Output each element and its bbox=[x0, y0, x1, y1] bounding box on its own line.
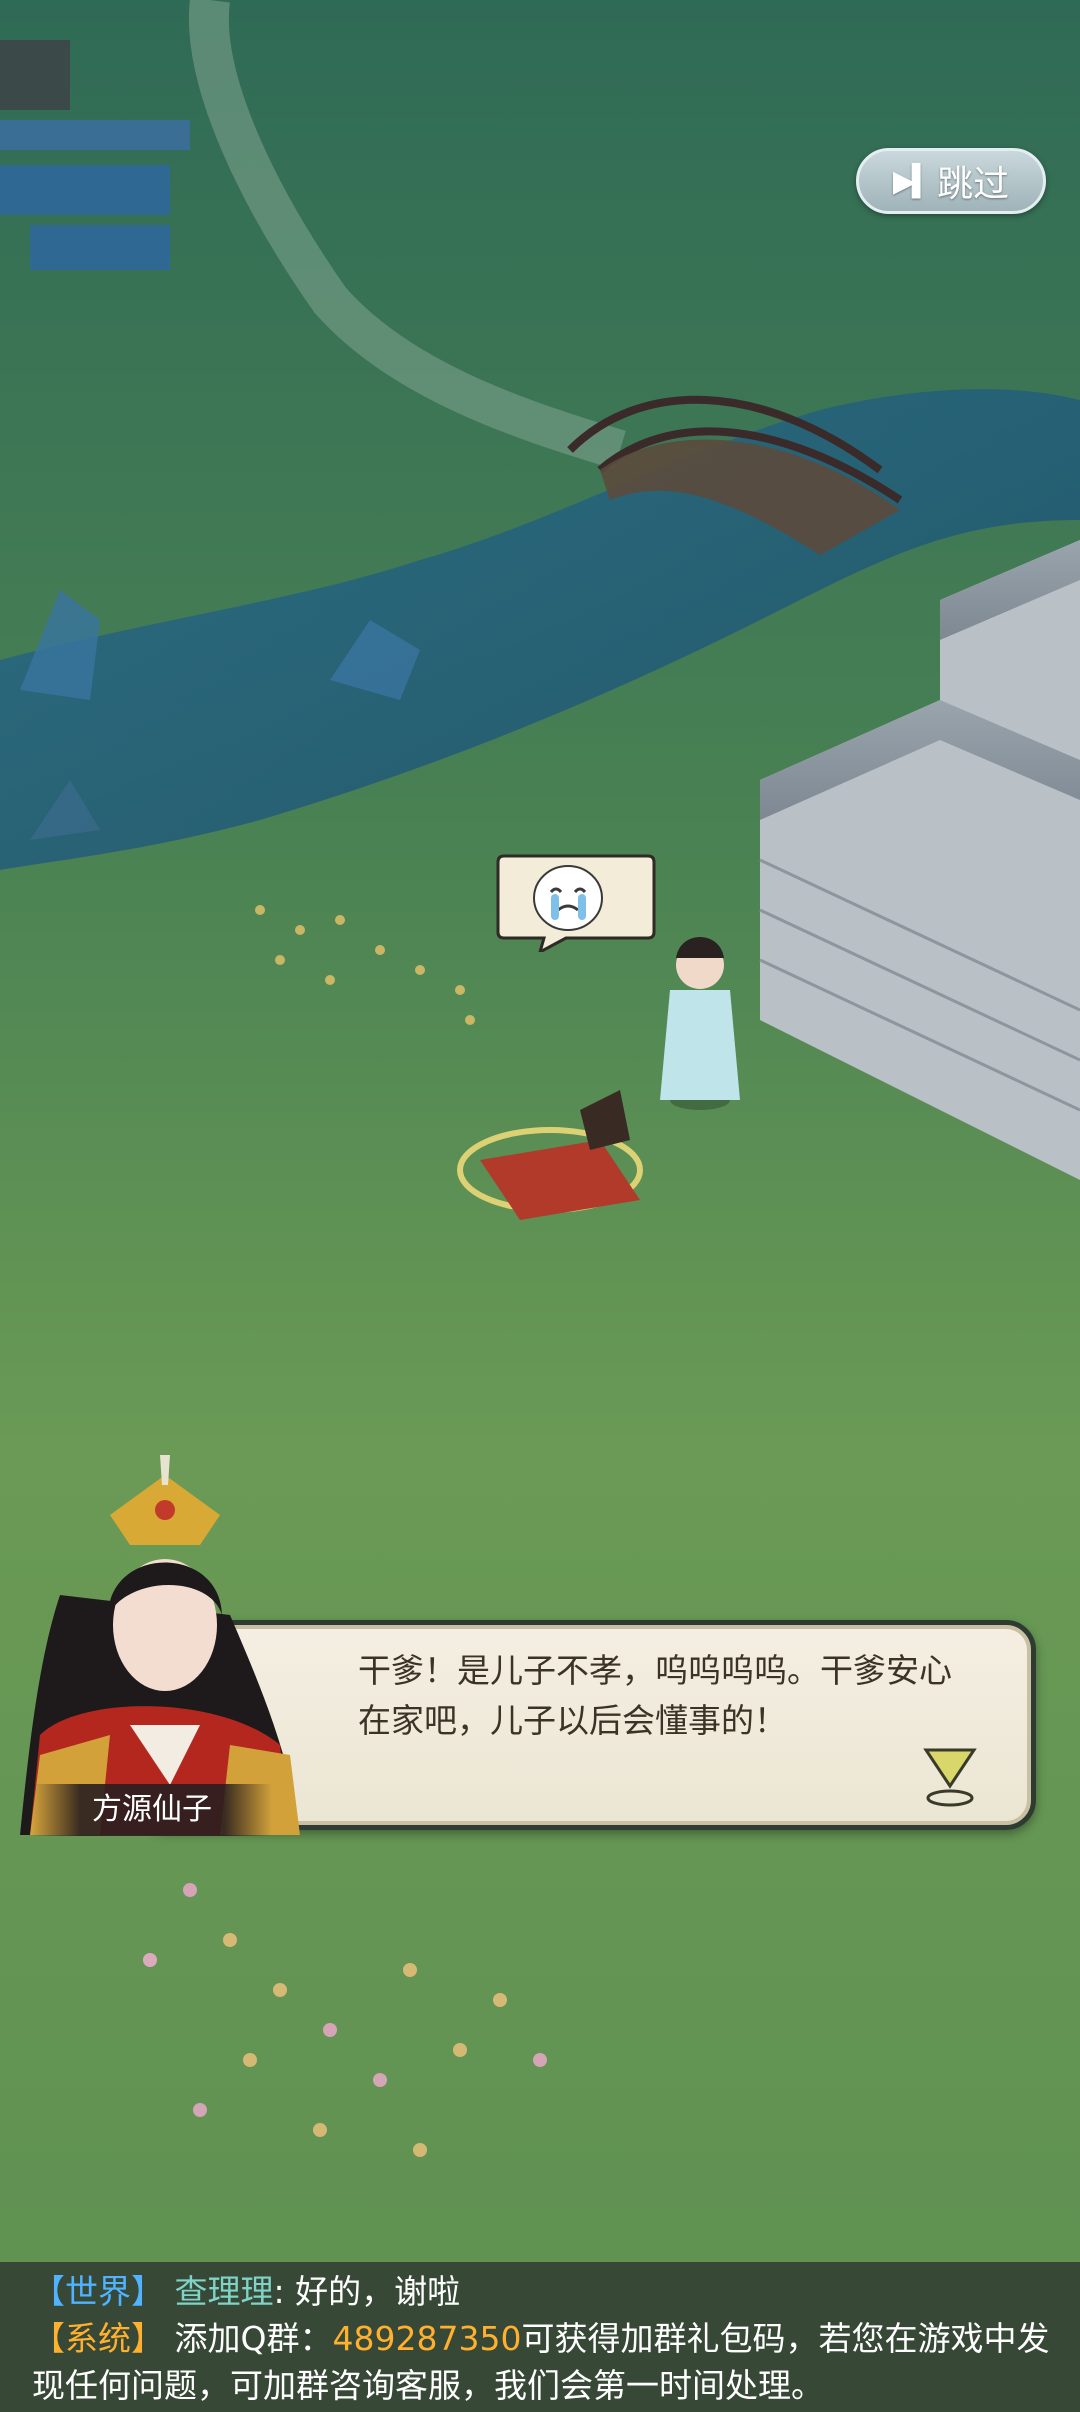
crying-face-icon bbox=[496, 854, 656, 952]
next-arrow-icon[interactable] bbox=[920, 1742, 980, 1810]
qq-group-number[interactable]: 489287350 bbox=[332, 2319, 521, 2358]
chat-message: : 好的，谢啦 bbox=[273, 2272, 461, 2311]
skip-button[interactable]: ▶▍ 跳过 bbox=[856, 148, 1046, 214]
system-message-part1: 可获得加群礼包码，若您在游戏中发 bbox=[521, 2319, 1050, 2358]
channel-tag-system: 【系统】 bbox=[32, 2319, 164, 2358]
chat-sender-name[interactable]: 查理理 bbox=[175, 2272, 274, 2311]
chat-line-world: 【世界】 查理理: 好的，谢啦 bbox=[32, 2268, 1062, 2315]
channel-tag-world: 【世界】 bbox=[32, 2272, 164, 2311]
speaker-name-tag: 方源仙子 bbox=[32, 1784, 272, 1836]
chat-line-system: 【系统】 添加Q群：489287350可获得加群礼包码，若您在游戏中发 bbox=[32, 2315, 1062, 2362]
crying-emote-bubble bbox=[496, 854, 656, 952]
dialog-text: 干爹！是儿子不孝，呜呜呜呜。干爹安心在家吧，儿子以后会懂事的！ bbox=[358, 1651, 952, 1740]
game-scene-background bbox=[0, 0, 1080, 2412]
speaker-portrait bbox=[20, 1455, 300, 1835]
chat-panel[interactable]: 【世界】 查理理: 好的，谢啦 【系统】 添加Q群：489287350可获得加群… bbox=[0, 2262, 1080, 2412]
skip-button-label: 跳过 bbox=[937, 164, 1010, 205]
chat-line-system-continued: 现任何问题，可加群咨询客服，我们会第一时间处理。 bbox=[32, 2366, 824, 2405]
skip-forward-icon: ▶▍ bbox=[892, 163, 935, 199]
system-prefix: 添加Q群： bbox=[174, 2319, 333, 2358]
